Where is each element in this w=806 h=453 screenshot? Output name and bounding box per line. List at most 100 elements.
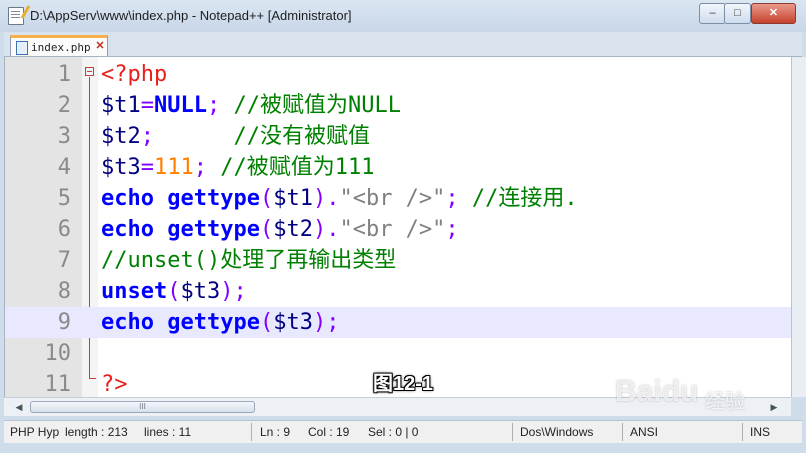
code-token: //被赋值为NULL — [233, 93, 401, 118]
code-line[interactable]: 7 //unset()处理了再输出类型 — [5, 245, 792, 276]
code-token: "<br />" — [339, 186, 446, 211]
code-text: ?> — [101, 369, 128, 400]
code-token: ( — [259, 186, 274, 211]
code-token: ). — [312, 217, 340, 242]
code-token: ; — [445, 217, 459, 242]
code-token: $t3 — [180, 279, 221, 304]
code-token: $t3 — [101, 155, 141, 180]
line-number: 3 — [57, 124, 71, 149]
code-token: echo — [101, 217, 154, 242]
status-column: Col : 19 — [308, 425, 350, 439]
line-number: 1 — [57, 62, 71, 87]
status-lines: lines : 11 — [144, 425, 192, 439]
code-token: ; — [206, 93, 234, 118]
code-token: ( — [259, 310, 274, 335]
status-eol: Dos\Windows — [520, 425, 594, 439]
code-token: ); — [220, 279, 247, 304]
code-token: //unset()处理了再输出类型 — [101, 248, 397, 273]
code-token: unset — [101, 279, 168, 304]
code-token: gettype — [167, 186, 260, 211]
line-number: 9 — [57, 310, 71, 335]
tab-label: index.php — [31, 41, 91, 54]
code-token: $t2 — [273, 217, 313, 242]
code-token: echo — [101, 186, 154, 211]
code-line[interactable]: 2 $t1=NULL; //被赋值为NULL — [5, 90, 792, 121]
code-line[interactable]: 10 — [5, 338, 792, 369]
status-divider — [251, 423, 252, 441]
line-number: 2 — [57, 93, 71, 118]
scroll-left-icon[interactable]: ◀ — [12, 400, 26, 414]
code-token: $t1 — [273, 186, 313, 211]
code-token: ?> — [101, 372, 128, 397]
code-token: //没有被赋值 — [154, 124, 370, 149]
tab-close-icon[interactable]: ✕ — [95, 41, 105, 52]
code-token: ); — [312, 310, 340, 335]
code-text: echo gettype($t1)."<br />"; //连接用. — [101, 183, 578, 214]
tab-index-php[interactable]: index.php ✕ — [10, 35, 108, 56]
line-number: 5 — [57, 186, 71, 211]
code-token: "<br />" — [339, 217, 446, 242]
minimize-button[interactable]: – — [699, 3, 726, 24]
code-token: gettype — [167, 310, 260, 335]
line-number: 6 — [57, 217, 71, 242]
code-token: //连接用. — [471, 186, 578, 211]
code-token: 111 — [154, 155, 194, 180]
code-token: ; — [445, 186, 472, 211]
code-line[interactable]: 4 $t3=111; //被赋值为111 — [5, 152, 792, 183]
maximize-button[interactable]: □ — [724, 3, 751, 24]
scrollbar-thumb[interactable]: III — [30, 401, 255, 413]
scroll-right-icon[interactable]: ▶ — [767, 400, 781, 414]
line-number: 11 — [44, 372, 72, 397]
code-token: ( — [167, 279, 181, 304]
close-button[interactable]: ✕ — [751, 3, 796, 24]
code-text: $t1=NULL; //被赋值为NULL — [101, 90, 401, 121]
status-divider — [622, 423, 623, 441]
code-token: $t1 — [101, 93, 141, 118]
code-text: //unset()处理了再输出类型 — [101, 245, 396, 276]
file-icon — [16, 41, 28, 55]
code-line[interactable]: 8 unset($t3); — [5, 276, 792, 307]
code-token: <?php — [101, 62, 168, 87]
line-number: 8 — [57, 279, 71, 304]
tab-bar: index.php ✕ — [4, 32, 802, 57]
figure-caption: 图12-1 — [373, 373, 434, 395]
code-text: $t3=111; //被赋值为111 — [101, 152, 374, 183]
code-text: echo gettype($t3); — [101, 307, 339, 338]
code-token: ; — [140, 124, 154, 149]
watermark-logo: Baidu — [615, 375, 699, 408]
code-token: $t3 — [273, 310, 313, 335]
status-divider — [742, 423, 743, 441]
window-title: D:\AppServ\www\index.php - Notepad++ [Ad… — [30, 8, 352, 23]
title-bar: D:\AppServ\www\index.php - Notepad++ [Ad… — [0, 0, 806, 32]
code-text: <?php — [101, 59, 167, 90]
line-number: 4 — [57, 155, 71, 180]
status-insert-mode: INS — [750, 425, 771, 439]
notepad-app-icon — [8, 7, 24, 25]
line-number: 7 — [57, 248, 71, 273]
code-line[interactable]: 9 echo gettype($t3); — [5, 307, 792, 338]
status-bar: PHP Hyp length : 213 lines : 11 Ln : 9 C… — [4, 420, 802, 443]
code-text: echo gettype($t2)."<br />"; — [101, 214, 459, 245]
code-token: ). — [312, 186, 340, 211]
code-token: NULL — [154, 93, 207, 118]
watermark-text: 经验 — [705, 391, 745, 413]
code-line[interactable]: 1 <?php — [5, 59, 792, 90]
status-divider — [512, 423, 513, 441]
code-text: unset($t3); — [101, 276, 247, 307]
code-line[interactable]: 6 echo gettype($t2)."<br />"; — [5, 214, 792, 245]
code-editor[interactable]: 1 <?php 2 $t1=NULL; //被赋值为NULL 3 $t2; //没有被赋值… — [4, 57, 792, 397]
code-token: = — [140, 93, 154, 118]
code-token: gettype — [167, 217, 260, 242]
code-text: $t2; //没有被赋值 — [101, 121, 370, 152]
vertical-scrollbar[interactable] — [791, 57, 806, 397]
code-line[interactable]: 5 echo gettype($t1)."<br />"; //连接用. — [5, 183, 792, 214]
code-token: ; — [193, 155, 221, 180]
code-token: echo — [101, 310, 154, 335]
code-line[interactable]: 3 $t2; //没有被赋值 — [5, 121, 792, 152]
status-encoding: ANSI — [630, 425, 659, 439]
status-length: length : 213 — [65, 425, 128, 439]
line-number: 10 — [44, 341, 72, 366]
